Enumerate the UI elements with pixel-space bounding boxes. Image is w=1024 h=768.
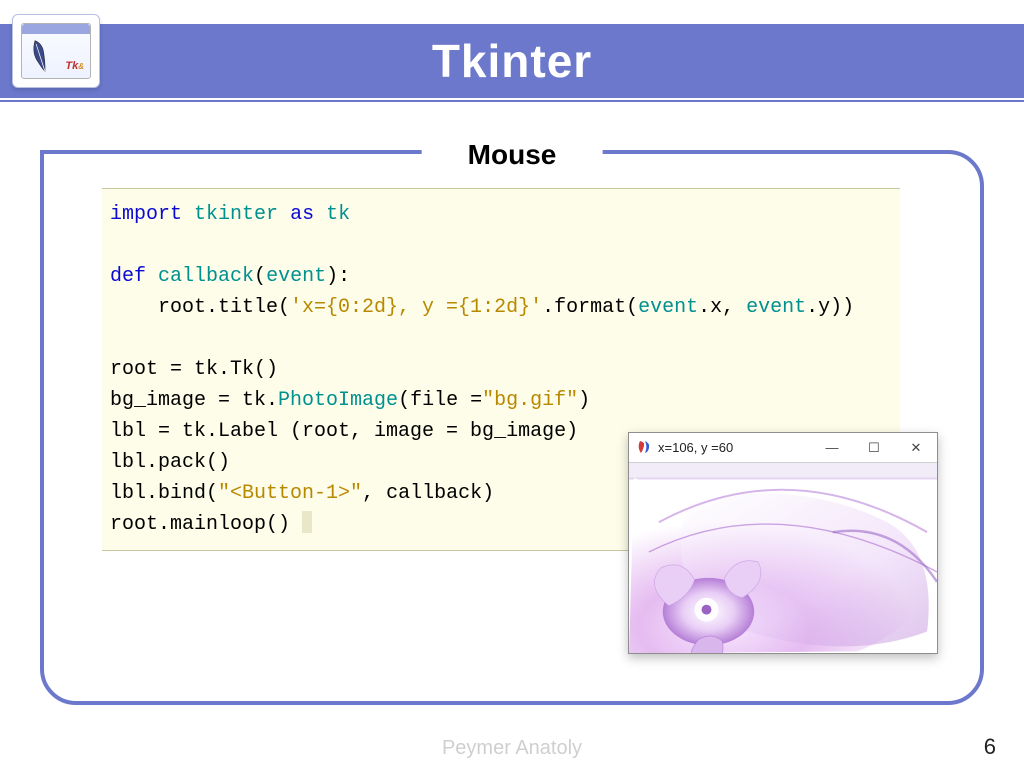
window-canvas[interactable]	[629, 463, 937, 653]
logo-amp-text: &	[78, 62, 84, 71]
maximize-button[interactable]: ☐	[853, 433, 895, 462]
tk-result-window: x=106, y =60 — ☐ ✕	[628, 432, 938, 654]
tk-logo: Tk&	[12, 14, 100, 88]
minimize-button[interactable]: —	[811, 433, 853, 462]
title-underline	[0, 100, 1024, 102]
footer-page-number: 6	[984, 734, 996, 760]
window-caption: x=106, y =60	[658, 440, 811, 455]
close-button[interactable]: ✕	[895, 433, 937, 462]
window-titlebar[interactable]: x=106, y =60 — ☐ ✕	[629, 433, 937, 463]
content-pane: Mouse import tkinter as tk def callback(…	[40, 150, 984, 705]
logo-tk-text: Tk	[65, 60, 78, 72]
subheading: Mouse	[422, 139, 603, 171]
slide-titlebar: Tkinter	[0, 24, 1024, 98]
footer-author: Peymer Anatoly	[442, 737, 582, 760]
feather-icon	[25, 36, 55, 76]
tk-app-icon	[637, 440, 652, 455]
slide-title: Tkinter	[432, 34, 592, 88]
